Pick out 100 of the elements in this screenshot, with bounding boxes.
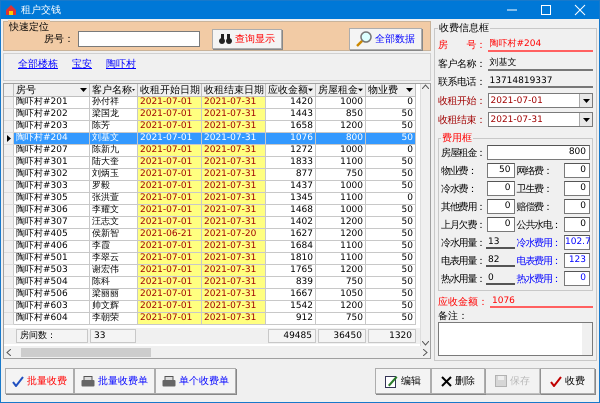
row-selector-cell[interactable] [4, 241, 14, 253]
table-cell: 陶吓村#306 [14, 205, 90, 217]
query-button[interactable]: 查询显示 [212, 29, 282, 49]
table-cell: 2021-07-01 [138, 169, 202, 181]
row-selector-cell[interactable] [4, 313, 14, 325]
table-cell: 1076 [266, 133, 316, 145]
table-cell: 50 [366, 241, 416, 253]
toolbar-button[interactable]: 单个收费单 [155, 368, 236, 394]
save-icon [495, 375, 507, 387]
table-cell: 1100 [316, 193, 366, 205]
scroll-up-icon[interactable] [422, 84, 429, 89]
table-cell: 50 [366, 157, 416, 169]
table-row[interactable]: 陶吓村#406 李霞 2021-07-01 2021-07-31 1684 1100 50 [4, 241, 420, 253]
row-selector-cell[interactable] [4, 277, 14, 289]
fee-input-field[interactable]: 0 [564, 199, 590, 214]
table-cell: 50 [366, 169, 416, 181]
table-row[interactable]: 陶吓村#501 李翠云 2021-07-01 2021-07-31 1810 1100 50 [4, 253, 420, 265]
column-header[interactable]: 物业费 [366, 84, 416, 97]
action-button[interactable]: 收费 [540, 368, 595, 394]
filter-link[interactable]: 陶吓村 [106, 57, 136, 71]
table-cell: 2021-07-31 [202, 157, 266, 169]
printer-icon [162, 376, 176, 386]
table-cell: 800 [316, 133, 366, 145]
table-row[interactable]: 陶吓村#504 陈科 2021-07-01 2021-07-31 839 750 50 [4, 277, 420, 289]
table-row[interactable]: 陶吓村#207 陈新九 2021-07-01 2021-07-31 1272 1000 0 [4, 145, 420, 157]
table-row[interactable]: 陶吓村#305 张洪萱 2021-07-01 2021-07-31 1345 1100 0 [4, 193, 420, 205]
table-cell: 2021-07-31 [202, 169, 266, 181]
scroll-right-icon[interactable] [423, 348, 428, 356]
column-header[interactable]: 收租开始日期 [138, 84, 202, 97]
row-selector-cell[interactable] [4, 205, 14, 217]
table-row[interactable]: 陶吓村#503 谢宏伟 2021-07-01 2021-07-31 1765 1200 50 [4, 265, 420, 277]
table-cell: 2021-07-31 [202, 289, 266, 301]
fee-input-field[interactable]: 102.7 [564, 235, 590, 250]
fee-input-field[interactable]: 0 [486, 181, 514, 196]
row-selector-cell[interactable] [4, 97, 14, 109]
vertical-scrollbar[interactable] [420, 84, 430, 346]
row-selector-cell[interactable] [4, 145, 14, 157]
fee-input-field[interactable]: 0 [486, 199, 514, 214]
filter-link[interactable]: 全部楼栋 [18, 57, 58, 71]
field-label: 热水用量： [441, 272, 486, 286]
row-selector-cell[interactable] [4, 109, 14, 121]
field-value: 陶吓村#204 [488, 37, 593, 52]
row-selector-cell[interactable] [4, 121, 14, 133]
field-label: 卫生费： [516, 182, 552, 196]
row-selector-cell[interactable] [4, 289, 14, 301]
column-header[interactable]: 应收金额 [266, 84, 316, 97]
scroll-down-icon[interactable] [422, 341, 429, 346]
fee-input-field[interactable]: 800 [487, 145, 590, 160]
row-selector-cell[interactable] [4, 169, 14, 181]
fee-input-field[interactable]: 0 [564, 271, 590, 286]
row-selector-cell[interactable] [4, 157, 14, 169]
table-row[interactable]: 陶吓村#303 罗毅 2021-07-01 2021-07-31 1437 1000 50 [4, 181, 420, 193]
row-selector-cell[interactable] [4, 133, 14, 145]
filter-link[interactable]: 宝安 [72, 57, 92, 71]
note-text-area[interactable] [438, 322, 593, 356]
table-cell: 陆大奎 [90, 157, 138, 169]
scroll-thumb[interactable] [21, 348, 151, 356]
table-row[interactable]: 陶吓村#405 侯新智 2021-06-21 2021-07-20 1627 1200 50 [4, 229, 420, 241]
date-select[interactable]: 2021-07-31 [488, 112, 593, 127]
table-row[interactable]: 陶吓村#202 梁国龙 2021-07-01 2021-07-31 1443 850 50 [4, 109, 420, 121]
column-header[interactable]: 房屋租金 [316, 84, 366, 97]
table-cell: 2021-07-01 [138, 253, 202, 265]
table-row[interactable]: 陶吓村#302 刘炳玉 2021-07-01 2021-07-31 877 750 50 [4, 169, 420, 181]
row-selector-cell[interactable] [4, 253, 14, 265]
field-label: 冷水费： [441, 182, 476, 196]
action-button[interactable]: 删除 [431, 368, 485, 394]
field-label: 应收金额： [438, 296, 488, 309]
table-row[interactable]: 陶吓村#506 梁丽丽 2021-07-01 2021-07-31 1667 1050 50 [4, 289, 420, 301]
row-selector-cell[interactable] [4, 229, 14, 241]
row-selector-cell[interactable] [4, 265, 14, 277]
table-row[interactable]: 陶吓村#604 李朝荣 2021-07-01 2021-07-31 912 750 50 [4, 313, 420, 325]
table-row[interactable]: 陶吓村#203 陈芳 2021-07-01 2021-07-31 1658 1200 50 [4, 121, 420, 133]
field-label: 客户名称： [438, 58, 486, 70]
table-cell: 2021-07-31 [202, 121, 266, 133]
date-select[interactable]: 2021-07-01 [488, 93, 593, 108]
row-selector-cell[interactable] [4, 181, 14, 193]
row-selector-cell[interactable] [4, 193, 14, 205]
column-header[interactable]: 房号 [14, 84, 90, 97]
room-input-field[interactable] [78, 31, 200, 47]
scroll-left-icon[interactable] [6, 348, 11, 356]
toolbar-button[interactable]: 批量收费单 [74, 368, 155, 394]
row-selector-cell[interactable] [4, 217, 14, 229]
table-row[interactable]: 陶吓村#306 李耀文 2021-07-01 2021-07-31 1468 1000 50 [4, 205, 420, 217]
fee-input-field[interactable]: 0 [564, 163, 590, 178]
row-selector-cell[interactable] [4, 301, 14, 313]
table-row[interactable]: 陶吓村#307 汪志文 2021-07-01 2021-07-31 1402 1200 50 [4, 217, 420, 229]
all-data-button[interactable]: 全部数据 [349, 28, 422, 50]
fee-input-field[interactable]: 0 [564, 217, 590, 232]
table-cell: 2021-07-31 [202, 253, 266, 265]
table-row[interactable]: 陶吓村#603 帅文辉 2021-07-01 2021-07-31 1542 1200 50 [4, 301, 420, 313]
toolbar-button[interactable]: 批量收费 [5, 368, 74, 394]
column-header[interactable]: 客户名称 [90, 84, 138, 97]
horizontal-scrollbar[interactable] [4, 346, 430, 358]
fee-input-field[interactable]: 123 [564, 253, 590, 268]
fee-input-field[interactable]: 0 [486, 217, 514, 232]
fee-input-field[interactable]: 0 [564, 181, 590, 196]
action-button[interactable]: 编辑 [375, 368, 431, 394]
table-row[interactable]: 陶吓村#301 陆大奎 2021-07-01 2021-07-31 1833 1100 50 [4, 157, 420, 169]
fee-input-field[interactable]: 50 [486, 163, 514, 178]
column-header[interactable]: 收租结束日期 [202, 84, 266, 97]
